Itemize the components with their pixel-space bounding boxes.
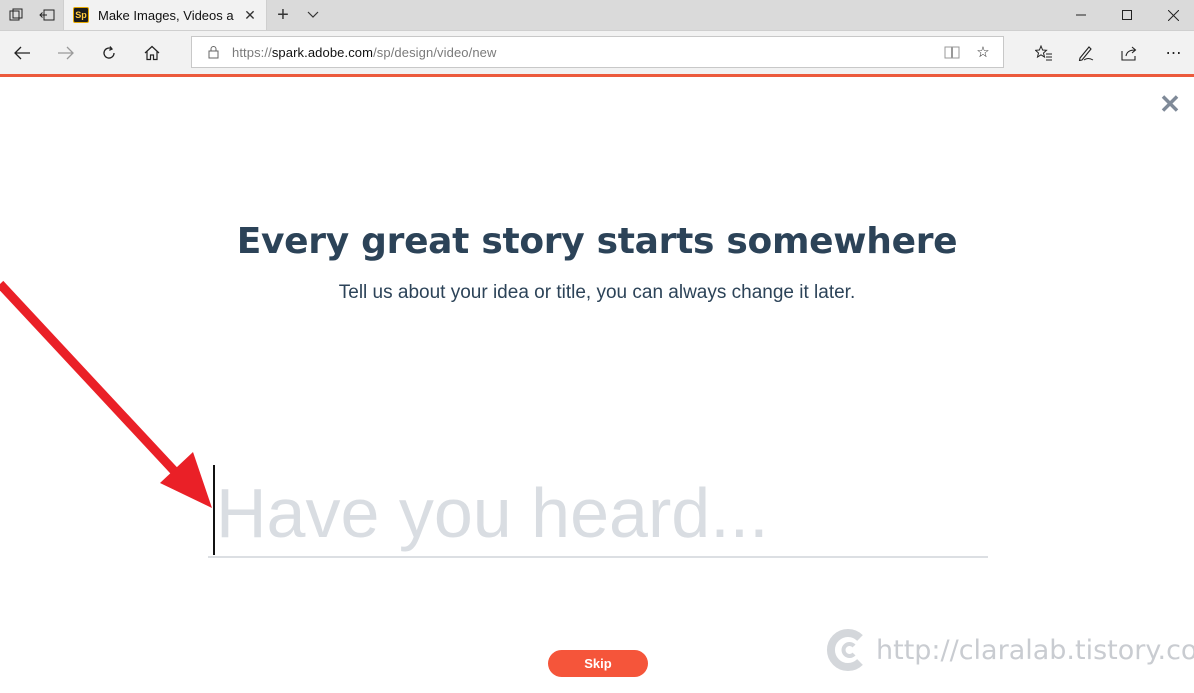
url-scheme: https://: [232, 44, 272, 60]
favorites-list-icon[interactable]: [1024, 31, 1064, 74]
claralab-logo-icon: [826, 629, 863, 671]
accent-line: [0, 74, 1194, 77]
active-tab[interactable]: Sp Make Images, Videos ar ✕: [63, 0, 267, 30]
page-title: Every great story starts somewhere: [236, 221, 958, 262]
more-options-icon[interactable]: ⋯: [1154, 31, 1194, 74]
address-bar[interactable]: https://spark.adobe.com/sp/design/video/…: [191, 36, 1004, 68]
set-tabs-aside-icon[interactable]: [31, 0, 63, 30]
url-text[interactable]: https://spark.adobe.com/sp/design/video/…: [232, 45, 496, 60]
tab-actions-icon[interactable]: [0, 0, 32, 30]
minimize-icon[interactable]: [1058, 0, 1104, 30]
new-tab-icon[interactable]: +: [270, 0, 296, 30]
forward-arrow-icon[interactable]: [46, 31, 86, 74]
adobe-spark-favicon-icon: Sp: [73, 7, 89, 23]
refresh-icon[interactable]: [89, 31, 129, 74]
watermark-text: http://claralab.tistory.com: [876, 634, 1194, 666]
chevron-down-icon[interactable]: [301, 0, 325, 30]
favorite-star-icon[interactable]: ☆: [971, 37, 995, 67]
reading-view-icon[interactable]: [940, 37, 964, 67]
home-icon[interactable]: [132, 31, 172, 74]
back-arrow-icon[interactable]: [2, 31, 42, 74]
close-icon[interactable]: ✕: [1158, 89, 1182, 119]
url-host: spark.adobe.com: [271, 44, 374, 60]
tab-bar: Sp Make Images, Videos ar ✕ +: [0, 0, 1194, 31]
pen-notes-icon[interactable]: [1066, 31, 1106, 74]
watermark: http://claralab.tistory.com: [824, 624, 1194, 676]
lock-icon: [206, 45, 220, 59]
url-path: /sp/design/video/new: [373, 44, 497, 60]
navigation-bar: https://spark.adobe.com/sp/design/video/…: [0, 31, 1194, 74]
share-icon[interactable]: [1110, 31, 1150, 74]
maximize-icon[interactable]: [1104, 0, 1150, 30]
story-title-input[interactable]: [208, 470, 988, 558]
red-arrow-annotation-icon: [0, 280, 212, 508]
skip-button[interactable]: Skip: [548, 650, 648, 677]
tab-title: Make Images, Videos ar: [98, 7, 234, 23]
tab-close-icon[interactable]: ✕: [242, 7, 258, 24]
window-close-icon[interactable]: [1150, 0, 1194, 30]
